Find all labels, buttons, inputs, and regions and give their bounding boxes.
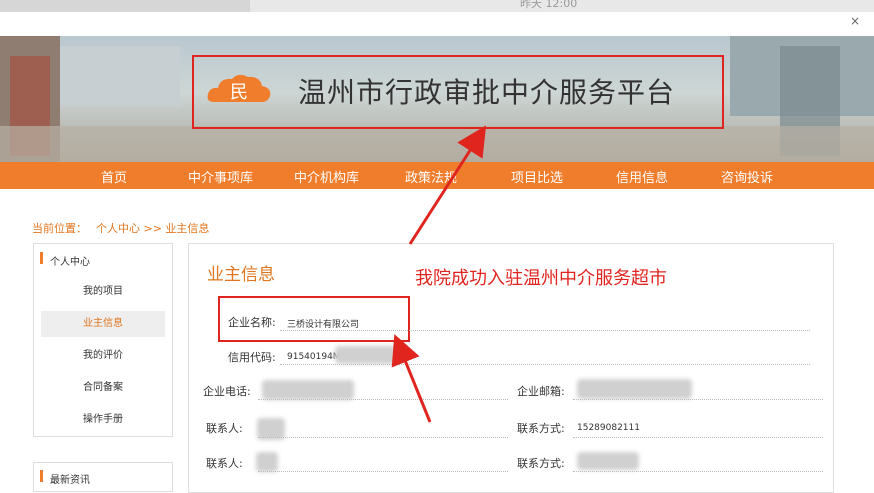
- annotation-arrows: [391, 125, 487, 423]
- arrow-to-title: [408, 125, 487, 245]
- arrow-to-company-name: [391, 334, 432, 423]
